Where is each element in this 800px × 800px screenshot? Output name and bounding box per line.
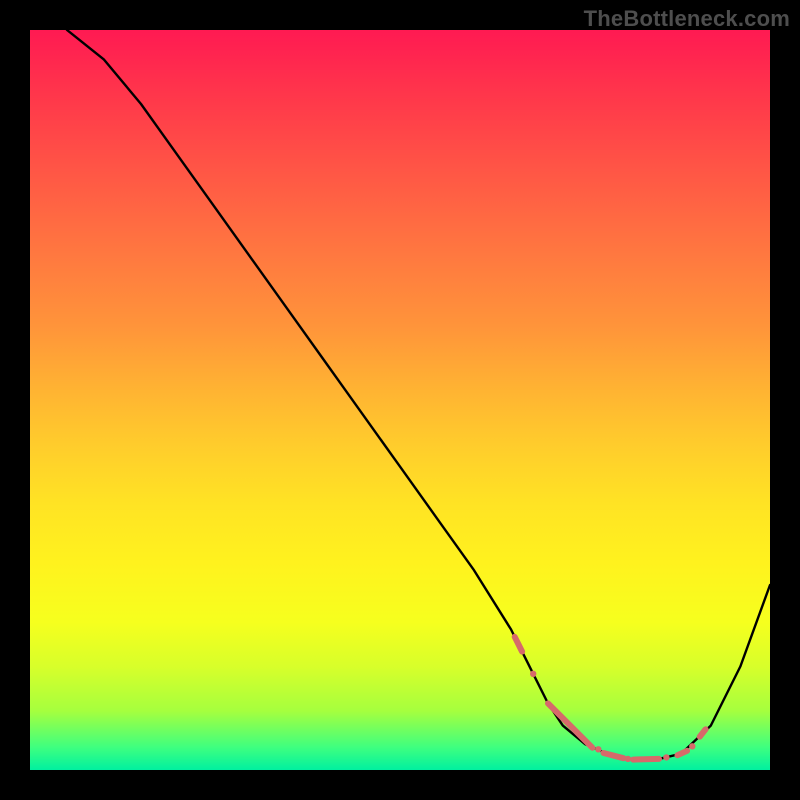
plot-area — [30, 30, 770, 770]
chart-frame: TheBottleneck.com — [0, 0, 800, 800]
marker-segment — [604, 753, 624, 758]
marker-dot — [689, 743, 695, 749]
marker-segment — [515, 637, 522, 652]
marker-dot — [595, 746, 601, 752]
marker-segment — [548, 703, 592, 747]
marker-dot — [663, 754, 669, 760]
marker-dot — [530, 671, 536, 677]
marker-segment — [700, 729, 706, 736]
optimal-range-markers — [515, 637, 706, 762]
marker-segment — [678, 751, 688, 755]
bottleneck-curve — [67, 30, 770, 760]
curve-path — [67, 30, 770, 760]
marker-dot — [625, 756, 631, 762]
chart-svg — [30, 30, 770, 770]
marker-segment — [633, 759, 659, 760]
watermark-text: TheBottleneck.com — [584, 6, 790, 32]
